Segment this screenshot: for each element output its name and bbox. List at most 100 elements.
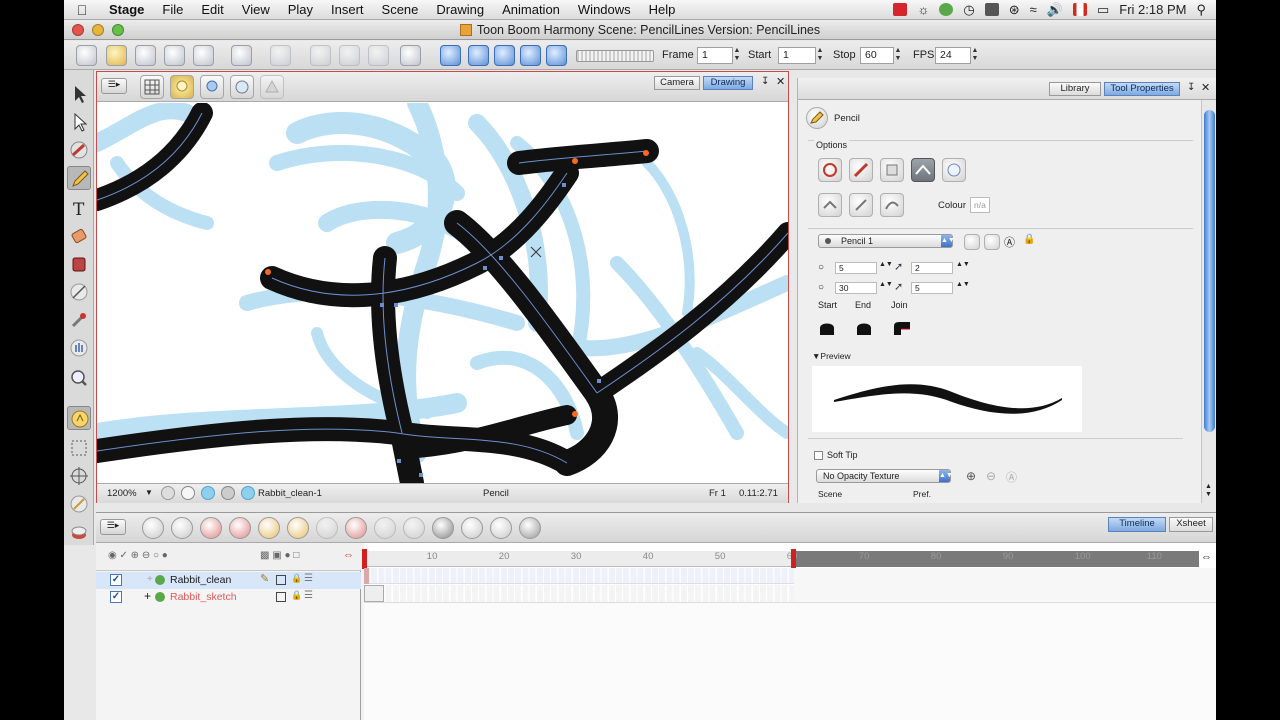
add-peg-icon[interactable] xyxy=(171,517,193,539)
contour-smoothing-field[interactable]: 5 xyxy=(911,282,953,294)
playhead-start[interactable] xyxy=(362,549,367,569)
vertex-point[interactable] xyxy=(483,266,487,270)
vertex-point[interactable] xyxy=(394,303,398,307)
sound-scrub-icon[interactable] xyxy=(546,45,567,66)
menu-scene[interactable]: Scene xyxy=(373,2,428,17)
transform-tool-icon[interactable] xyxy=(67,406,91,430)
preview-toggle[interactable]: ▼Preview xyxy=(812,351,851,361)
join-style-icon[interactable] xyxy=(892,320,912,336)
start-field[interactable]: 1 xyxy=(778,47,816,64)
layer-expand-icon[interactable]: + xyxy=(144,589,151,603)
bluetooth-icon[interactable]: ⊛ xyxy=(1009,2,1020,18)
auto-light-table-icon[interactable] xyxy=(230,75,254,99)
start-stepper[interactable]: ▲ ▼ xyxy=(816,47,824,64)
layer-expand-icon[interactable]: + xyxy=(147,574,153,585)
tab-library[interactable]: Library xyxy=(1049,82,1101,96)
vertex-point[interactable] xyxy=(380,303,384,307)
smoothing-stepper[interactable]: ▲▼ xyxy=(879,281,893,288)
open-folder-icon[interactable] xyxy=(106,45,127,66)
pencil-tool-icon[interactable] xyxy=(67,166,91,190)
exposed-cell[interactable] xyxy=(364,585,384,602)
fps-stepper[interactable]: ▲ ▼ xyxy=(971,47,979,64)
auto-flatten-icon[interactable] xyxy=(849,158,873,182)
exposed-cell[interactable] xyxy=(364,568,369,584)
colour-view-icon[interactable] xyxy=(201,486,215,500)
grid-snap-icon[interactable] xyxy=(67,436,91,460)
line-view-icon[interactable] xyxy=(221,486,235,500)
time-machine-icon[interactable]: ◷ xyxy=(963,2,974,18)
line-tool-icon[interactable] xyxy=(67,280,91,304)
record-icon[interactable] xyxy=(893,3,908,16)
new-preset-icon[interactable] xyxy=(964,234,980,250)
sound-icon[interactable] xyxy=(520,45,541,66)
layer-header-icons-right[interactable]: ▩ ▣ ● □ xyxy=(260,550,299,561)
vertex-point[interactable] xyxy=(562,183,566,187)
spotlight-search-icon[interactable]: ⚲ xyxy=(1196,2,1206,18)
layer-row-rabbit-clean[interactable]: ✓ + Rabbit_clean ✎ 🔒 ☰ xyxy=(96,572,361,589)
stop-frame-marker[interactable] xyxy=(791,549,796,569)
remove-keyframe-icon[interactable] xyxy=(229,517,251,539)
zoom-tool-icon[interactable] xyxy=(67,366,91,390)
import-icon[interactable] xyxy=(193,45,214,66)
delete-preset-icon[interactable] xyxy=(984,234,1000,250)
enable-icon[interactable] xyxy=(461,517,483,539)
vertex-point[interactable] xyxy=(597,379,601,383)
menu-windows[interactable]: Windows xyxy=(569,2,640,17)
loop-icon[interactable] xyxy=(494,45,515,66)
create-key-icon[interactable] xyxy=(345,517,367,539)
add-drawing-layer-icon[interactable] xyxy=(142,517,164,539)
expand-collapse-icon[interactable]: ⇔ xyxy=(343,549,354,561)
frame-stepper[interactable]: ▲ ▼ xyxy=(733,47,741,64)
add-keyframe-icon[interactable] xyxy=(200,517,222,539)
snap-contour-icon[interactable] xyxy=(818,193,842,217)
reset-rotation-icon[interactable] xyxy=(181,486,195,500)
add-texture-icon[interactable]: ⊕ xyxy=(966,469,976,483)
menu-app[interactable]: Stage xyxy=(100,2,153,17)
drawing-canvas[interactable] xyxy=(97,103,788,483)
smoothing-field[interactable]: 30 xyxy=(835,282,877,294)
rename-icon[interactable] xyxy=(490,517,512,539)
reset-zoom-icon[interactable] xyxy=(161,486,175,500)
frame-area[interactable]: 102030405060708090100110 ⇔ ⚲ ◀ ▶ xyxy=(362,543,1216,720)
cutter-tool-icon[interactable] xyxy=(67,520,91,544)
texture-dropdown[interactable]: No Opacity Texture ▲▼ xyxy=(816,469,953,483)
min-size-field[interactable]: 5 xyxy=(835,262,877,274)
frame-row-rabbit-sketch[interactable] xyxy=(364,585,794,602)
layer-name[interactable]: Rabbit_clean xyxy=(170,574,231,586)
stop-field[interactable]: 60 xyxy=(860,47,894,64)
frame-row-rabbit-clean[interactable] xyxy=(364,568,794,584)
control-point[interactable] xyxy=(572,411,578,417)
tab-xsheet[interactable]: Xsheet xyxy=(1169,517,1213,532)
grid-icon[interactable] xyxy=(140,75,164,99)
text-tool-icon[interactable]: T xyxy=(67,196,91,220)
view-menu-icon[interactable]: ☰▸ xyxy=(101,78,127,94)
redo-icon[interactable] xyxy=(270,45,291,66)
onion-skin-toggle-icon[interactable] xyxy=(432,517,454,539)
remove-texture-icon[interactable]: ⊖ xyxy=(986,469,996,483)
save-icon[interactable] xyxy=(135,45,156,66)
motion-keyframe-icon[interactable] xyxy=(258,517,280,539)
crosshair-tool-icon[interactable] xyxy=(67,464,91,488)
lock-icon[interactable]: 🔒 xyxy=(1023,234,1035,245)
stroke-mode-icon[interactable] xyxy=(911,158,935,182)
layer-colour-icon[interactable]: ☰ xyxy=(304,573,313,584)
playback-speed-slider[interactable] xyxy=(576,50,654,62)
colour-swatch[interactable]: n/a xyxy=(970,197,990,213)
scroll-arrows-icon[interactable]: ▲ ▼ xyxy=(1205,483,1212,499)
snap-line-icon[interactable] xyxy=(849,193,873,217)
layer-lock-icon[interactable]: 🔒 xyxy=(291,573,302,584)
volume-icon[interactable]: 🔊 xyxy=(1047,2,1063,18)
menu-file[interactable]: File xyxy=(153,2,192,17)
cut-icon[interactable] xyxy=(310,45,331,66)
input-flag-icon[interactable] xyxy=(1072,3,1087,16)
layer-header-icons-left[interactable]: ◉ ✓ ⊕ ⊖ ○ ● xyxy=(108,550,168,561)
save-all-icon[interactable] xyxy=(164,45,185,66)
shade-icon[interactable] xyxy=(260,75,284,99)
auto-create-colour-art-icon[interactable] xyxy=(880,158,904,182)
apple-icon[interactable]:  xyxy=(64,2,100,18)
auto-gap-closing-icon[interactable] xyxy=(818,158,842,182)
brightness-icon[interactable]: ☼ xyxy=(917,2,929,17)
layer-row-rabbit-sketch[interactable]: ✓ + Rabbit_sketch 🔒 ☰ xyxy=(96,589,361,606)
copy-icon[interactable] xyxy=(339,45,360,66)
play-selection-icon[interactable] xyxy=(468,45,489,66)
